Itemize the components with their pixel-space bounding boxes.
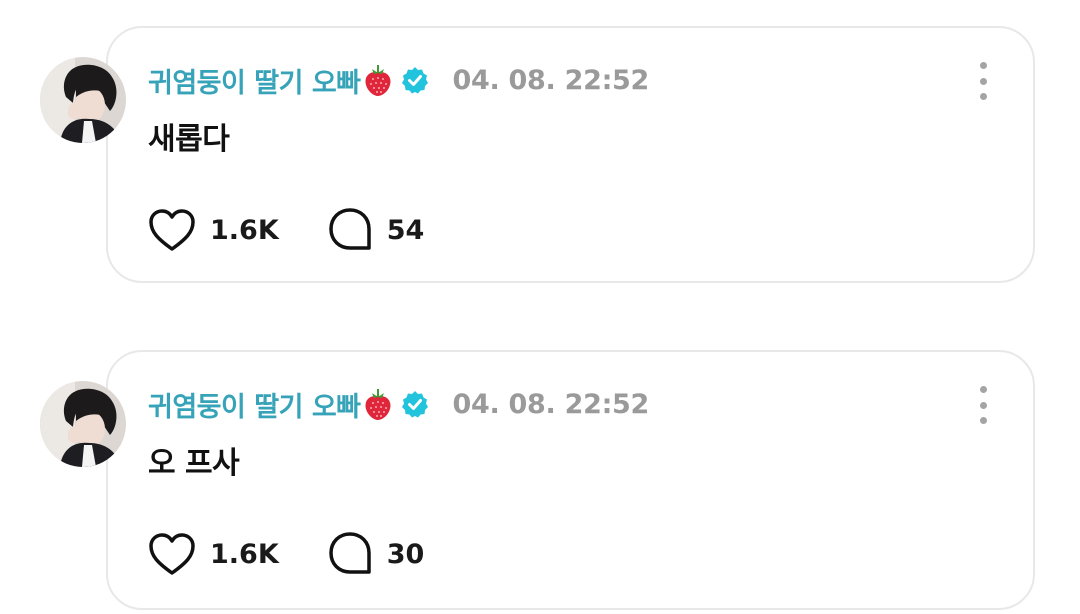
heart-icon [149,533,195,575]
comment-button[interactable]: 54 [327,207,425,253]
post-item: 귀염둥이 딸기 오빠 04. 08. 22:52 오 프사 1.6K 30 [0,324,1080,614]
comment-button[interactable]: 30 [327,531,425,577]
post-actions: 1.6K 30 [148,530,424,578]
comment-count: 54 [386,214,425,246]
like-button[interactable]: 1.6K [148,532,279,576]
comment-icon [329,532,371,574]
strawberry-icon [365,389,391,420]
more-vertical-icon[interactable] [973,62,993,100]
avatar[interactable] [40,381,126,467]
like-count: 1.6K [210,538,279,570]
comment-icon [329,208,371,250]
post-item: 귀염둥이 딸기 오빠 04. 08. 22:52 새롭다 1.6K 54 [0,0,1080,300]
like-count: 1.6K [210,214,279,246]
more-vertical-icon[interactable] [973,386,993,424]
verified-icon [401,391,428,418]
post-timestamp: 04. 08. 22:52 [452,388,650,420]
post-header: 귀염둥이 딸기 오빠 04. 08. 22:52 [148,60,649,100]
post-card[interactable]: 귀염둥이 딸기 오빠 04. 08. 22:52 새롭다 1.6K 54 [106,26,1035,283]
author-name[interactable]: 귀염둥이 딸기 오빠 [148,61,361,100]
strawberry-icon [365,65,391,96]
post-header: 귀염둥이 딸기 오빠 04. 08. 22:52 [148,384,649,424]
author-name[interactable]: 귀염둥이 딸기 오빠 [148,385,361,424]
post-actions: 1.6K 54 [148,206,424,254]
post-timestamp: 04. 08. 22:52 [452,64,650,96]
like-button[interactable]: 1.6K [148,208,279,252]
heart-icon [149,209,195,251]
post-content: 오 프사 [148,446,240,481]
post-content: 새롭다 [148,122,230,157]
post-card[interactable]: 귀염둥이 딸기 오빠 04. 08. 22:52 오 프사 1.6K 30 [106,350,1035,610]
verified-icon [401,67,428,94]
avatar[interactable] [40,57,126,143]
comment-count: 30 [386,538,425,570]
